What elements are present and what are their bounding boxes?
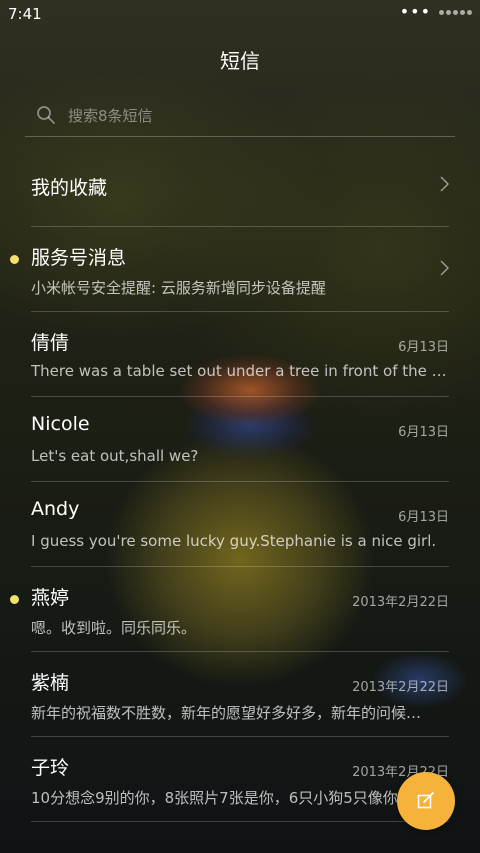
search-bar[interactable]: 搜索8条短信 (25, 94, 455, 137)
menu-dots-icon: ••• (399, 2, 431, 21)
list-item[interactable]: 燕婷 2013年2月22日 嗯。收到啦。同乐同乐。 (10, 567, 449, 652)
favorites-item[interactable]: 我的收藏 (31, 143, 449, 227)
list-item[interactable]: 服务号消息 小米帐号安全提醒: 云服务新增同步设备提醒 (10, 227, 449, 312)
conversation-preview: I guess you're some lucky guy.Stephanie … (31, 532, 437, 550)
unread-dot (10, 255, 19, 264)
conversation-list: 我的收藏 服务号消息 小米帐号安全提醒: 云服务新增同步设备提醒 倩倩 6月13… (0, 143, 480, 822)
page-title: 短信 (220, 49, 260, 73)
unread-dot (10, 595, 19, 604)
conversation-date: 6月13日 (398, 510, 449, 525)
conversation-preview: 10分想念9别的你，8张照片7张是你，6只小狗5只像你… (31, 789, 413, 807)
conversation-name: 紫楠 (31, 672, 70, 694)
signal-dots-icon (439, 9, 472, 15)
conversation-date: 2013年2月22日 (352, 680, 449, 695)
favorites-label: 我的收藏 (31, 177, 108, 199)
conversation-name: 子玲 (31, 757, 70, 779)
conversation-preview: 小米帐号安全提醒: 云服务新增同步设备提醒 (31, 279, 326, 297)
conversation-date: 6月13日 (398, 340, 449, 355)
compose-icon (417, 792, 434, 809)
search-icon (37, 106, 55, 124)
conversation-name: 燕婷 (31, 587, 70, 609)
conversation-date: 6月13日 (398, 425, 449, 440)
status-right: ••• (399, 2, 472, 21)
list-item[interactable]: 子玲 2013年2月22日 10分想念9别的你，8张照片7张是你，6只小狗5只像… (31, 737, 449, 822)
conversation-preview: There was a table set out under a tree i… (31, 362, 447, 380)
conversation-name: 服务号消息 (31, 247, 127, 269)
conversation-preview: Let's eat out,shall we? (31, 447, 199, 465)
conversation-name: Nicole (31, 413, 90, 435)
status-bar: 7:41 ••• (0, 0, 480, 28)
chevron-right-icon (440, 260, 449, 276)
conversation-preview: 新年的祝福数不胜数，新年的愿望好多好多，新年的问候… (31, 704, 422, 722)
status-time: 7:41 (8, 5, 42, 23)
conversation-name: Andy (31, 498, 80, 520)
conversation-date: 2013年2月22日 (352, 595, 449, 610)
list-item[interactable]: 倩倩 6月13日 There was a table set out under… (31, 312, 449, 397)
list-item[interactable]: Andy 6月13日 I guess you're some lucky guy… (31, 482, 449, 567)
list-item[interactable]: 紫楠 2013年2月22日 新年的祝福数不胜数，新年的愿望好多好多，新年的问候… (31, 652, 449, 737)
conversation-name: 倩倩 (31, 332, 70, 354)
compose-button[interactable] (397, 772, 455, 830)
conversation-preview: 嗯。收到啦。同乐同乐。 (31, 619, 197, 637)
list-item[interactable]: Nicole 6月13日 Let's eat out,shall we? (31, 397, 449, 482)
chevron-right-icon (440, 176, 449, 192)
search-placeholder: 搜索8条短信 (68, 106, 153, 125)
